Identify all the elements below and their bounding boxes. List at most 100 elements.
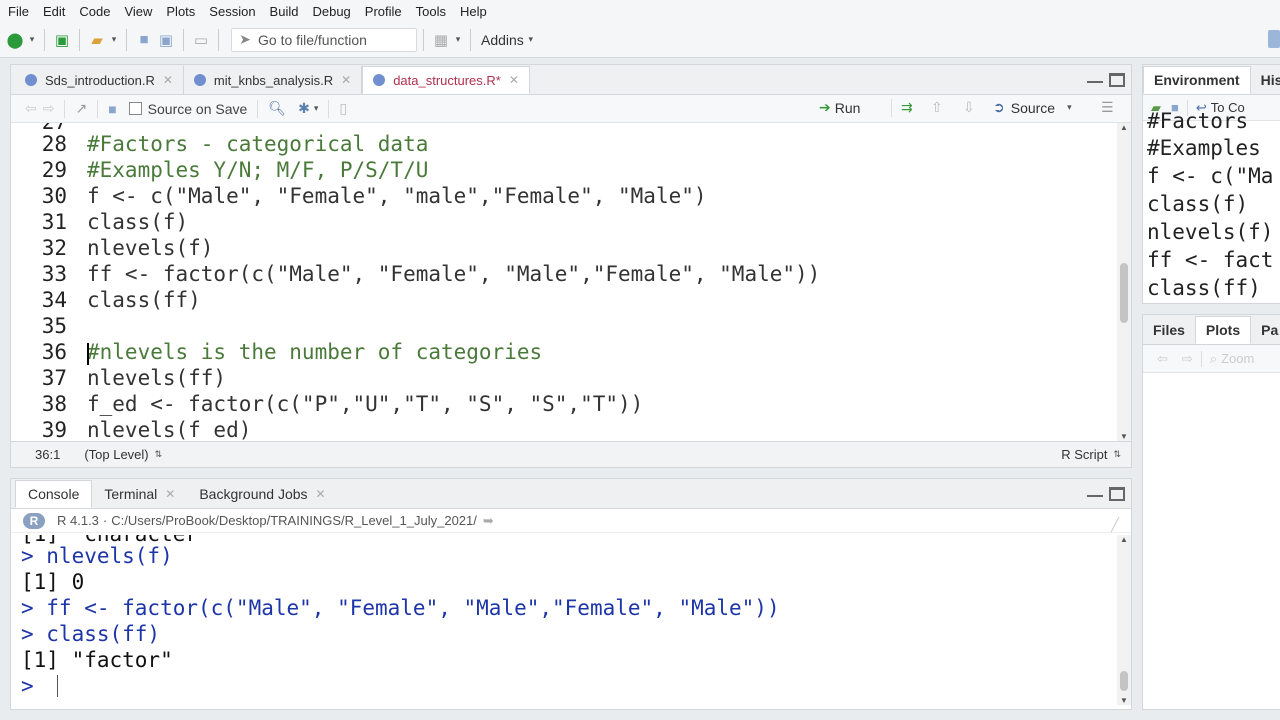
- file-type-label: R Script: [1061, 447, 1108, 462]
- scroll-up-icon[interactable]: ▲: [1120, 535, 1128, 544]
- menu-plots[interactable]: Plots: [166, 4, 205, 19]
- tab-files[interactable]: Files: [1143, 316, 1195, 344]
- line-number: 29: [41, 158, 67, 182]
- project-icon[interactable]: [1268, 30, 1280, 48]
- history-line[interactable]: #Examples: [1147, 134, 1261, 162]
- history-line[interactable]: f <- c("Ma: [1147, 162, 1273, 190]
- menu-tools[interactable]: Tools: [416, 4, 456, 19]
- chevron-down-icon[interactable]: ▾: [314, 103, 319, 114]
- new-file-icon[interactable]: ⬤: [4, 29, 26, 51]
- close-icon[interactable]: ✕: [341, 73, 351, 87]
- code-editor[interactable]: 27 28#Factors - categorical data 29#Exam…: [11, 123, 1117, 441]
- source-on-save-checkbox[interactable]: [128, 102, 142, 115]
- go-to-file-input[interactable]: ➤ Go to file/function: [231, 27, 417, 52]
- tab-background-jobs[interactable]: Background Jobs ✕: [187, 480, 337, 508]
- console-output[interactable]: [1] "character" > nlevels(f) [1] 0 > ff …: [11, 535, 1117, 705]
- scrollbar-thumb[interactable]: [1120, 671, 1128, 691]
- menu-session[interactable]: Session: [209, 4, 265, 19]
- run-button[interactable]: ➔ Run: [819, 99, 860, 116]
- editor-scrollbar[interactable]: ▲ ▼: [1117, 123, 1131, 441]
- tab-packages[interactable]: Pa: [1251, 316, 1280, 344]
- console-scrollbar[interactable]: ▲ ▼: [1117, 535, 1131, 705]
- tab-console[interactable]: Console: [15, 480, 93, 508]
- open-folder-icon[interactable]: ▰: [86, 29, 108, 51]
- rerun-icon[interactable]: ⇉: [901, 99, 913, 116]
- scroll-up-icon[interactable]: ▲: [1120, 123, 1128, 132]
- back-arrow-icon[interactable]: ⇦: [25, 100, 37, 117]
- scroll-down-icon[interactable]: ▼: [1120, 696, 1128, 705]
- menu-code[interactable]: Code: [79, 4, 120, 19]
- tab-data-structures[interactable]: data_structures.R* ✕: [362, 66, 530, 94]
- grid-layout-icon[interactable]: ▦: [430, 29, 452, 51]
- new-project-icon[interactable]: ▣: [51, 29, 73, 51]
- maximize-icon[interactable]: [1109, 73, 1125, 87]
- clear-console-icon[interactable]: ╱: [1111, 517, 1119, 533]
- save-icon[interactable]: ■: [108, 101, 116, 117]
- scope-selector[interactable]: (Top Level) ⇅: [84, 447, 162, 462]
- save-all-icon[interactable]: ▣: [155, 29, 177, 51]
- line-number: 28: [41, 132, 67, 156]
- files-plots-pane: Files Plots Pa ⇦ ⇨ ⌕ Zoom: [1142, 314, 1280, 710]
- forward-arrow-icon[interactable]: ⇨: [1182, 351, 1193, 367]
- code-line: 31 class(f): [11, 209, 1111, 235]
- code-line: 35: [11, 313, 1111, 339]
- tab-terminal[interactable]: Terminal ✕: [92, 480, 187, 508]
- menu-help[interactable]: Help: [460, 4, 497, 19]
- source-button[interactable]: ➲ Source ▾: [993, 99, 1072, 116]
- tab-environment[interactable]: Environment: [1143, 66, 1251, 94]
- maximize-icon[interactable]: [1109, 487, 1125, 501]
- minimize-icon[interactable]: [1087, 73, 1103, 83]
- file-type-selector[interactable]: R Script ⇅: [1061, 447, 1121, 462]
- save-icon[interactable]: ■: [133, 29, 155, 51]
- tab-history[interactable]: His: [1251, 66, 1280, 94]
- history-line[interactable]: class(ff): [1147, 274, 1261, 302]
- history-line[interactable]: class(f): [1147, 190, 1248, 218]
- toolbar-divider: [79, 28, 80, 51]
- back-arrow-icon[interactable]: ⇦: [1157, 351, 1168, 367]
- forward-arrow-icon[interactable]: ⇨: [43, 100, 55, 117]
- close-icon[interactable]: ✕: [163, 73, 173, 87]
- zoom-label[interactable]: Zoom: [1221, 351, 1254, 366]
- close-icon[interactable]: ✕: [165, 487, 175, 501]
- r-version: R 4.1.3: [57, 513, 99, 528]
- compile-report-icon[interactable]: ▯: [339, 100, 347, 117]
- history-line[interactable]: #Factors: [1147, 107, 1248, 135]
- menu-debug[interactable]: Debug: [312, 4, 360, 19]
- tab-sds-introduction[interactable]: Sds_introduction.R ✕: [15, 66, 184, 94]
- chevron-down-icon[interactable]: ▾: [108, 29, 120, 51]
- print-icon[interactable]: ▭: [190, 29, 212, 51]
- down-arrow-icon[interactable]: ⇩: [963, 99, 975, 116]
- menu-view[interactable]: View: [124, 4, 162, 19]
- line-number: 33: [41, 262, 67, 286]
- scrollbar-thumb[interactable]: [1120, 263, 1128, 323]
- go-to-directory-icon[interactable]: ➥: [483, 513, 494, 529]
- code-tools-wand-icon[interactable]: ✱: [298, 100, 310, 117]
- chevron-down-icon[interactable]: ▾: [452, 29, 464, 51]
- tab-label: Plots: [1205, 322, 1241, 338]
- line-number: 32: [41, 236, 67, 260]
- menu-build[interactable]: Build: [270, 4, 309, 19]
- close-icon[interactable]: ✕: [509, 73, 519, 87]
- menu-edit[interactable]: Edit: [43, 4, 75, 19]
- show-in-window-icon[interactable]: ↗: [75, 100, 87, 117]
- addins-button[interactable]: Addins: [481, 32, 524, 48]
- menu-bar: File Edit Code View Plots Session Build …: [0, 0, 1280, 22]
- history-line[interactable]: ff <- fact: [1147, 246, 1273, 274]
- zoom-icon[interactable]: ⌕: [1210, 351, 1217, 367]
- tab-plots[interactable]: Plots: [1194, 316, 1252, 344]
- outline-icon[interactable]: ☰: [1101, 99, 1114, 116]
- scroll-down-icon[interactable]: ▼: [1120, 432, 1128, 441]
- up-arrow-icon[interactable]: ⇧: [931, 99, 943, 116]
- console-prompt[interactable]: >: [21, 673, 46, 699]
- chevron-down-icon[interactable]: ▾: [26, 29, 38, 51]
- close-icon[interactable]: ✕: [316, 487, 326, 501]
- menu-profile[interactable]: Profile: [365, 4, 412, 19]
- search-icon[interactable]: 🔍︎: [268, 100, 286, 117]
- console-pane: Console Terminal ✕ Background Jobs ✕ R R 4…: [10, 478, 1132, 710]
- chevron-down-icon[interactable]: ▾: [524, 29, 538, 51]
- tab-mit-knbs-analysis[interactable]: mit_knbs_analysis.R ✕: [184, 66, 363, 94]
- menu-file[interactable]: File: [8, 4, 39, 19]
- history-line[interactable]: nlevels(f): [1147, 218, 1273, 246]
- go-to-file-placeholder: Go to file/function: [258, 31, 367, 48]
- minimize-icon[interactable]: [1087, 487, 1103, 497]
